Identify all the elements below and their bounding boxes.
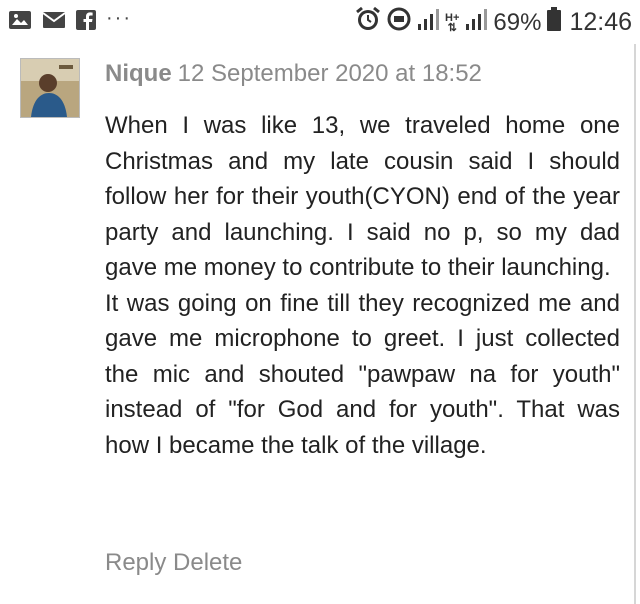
comment-body: When I was like 13, we traveled home one… (105, 108, 620, 463)
panel-divider (634, 44, 636, 604)
data-saver-icon (387, 7, 411, 38)
battery-icon (547, 7, 562, 38)
status-right: H+ ⇅ 69% 12:46 (349, 6, 632, 39)
comment-date[interactable]: 12 September 2020 at 18:52 (178, 60, 482, 87)
comment-actions: Reply Delete (105, 549, 242, 577)
signal-icon-2 (465, 8, 488, 37)
status-left: ··· (8, 7, 132, 35)
hplus-label: H+ (445, 11, 460, 24)
alarm-icon (355, 6, 381, 39)
overflow-dots: ··· (106, 7, 132, 29)
reply-link[interactable]: Reply (105, 549, 166, 576)
delete-link[interactable]: Delete (173, 549, 242, 576)
hplus-icon: H+ ⇅ (445, 11, 460, 34)
avatar[interactable] (20, 58, 80, 118)
status-bar: ··· H+ ⇅ 69% 12:46 (0, 0, 640, 44)
image-icon (8, 10, 32, 35)
comment-author[interactable]: Nique (105, 60, 172, 87)
mail-icon (42, 11, 66, 34)
comment-paragraph: It was going on fine till they recognize… (105, 289, 620, 459)
facebook-icon (76, 10, 96, 35)
clock: 12:46 (569, 8, 632, 36)
comment-header: Nique 12 September 2020 at 18:52 (105, 60, 482, 88)
battery-percent: 69% (493, 8, 542, 36)
signal-icon (417, 8, 440, 37)
comment-paragraph: When I was like 13, we traveled home one… (105, 112, 620, 281)
